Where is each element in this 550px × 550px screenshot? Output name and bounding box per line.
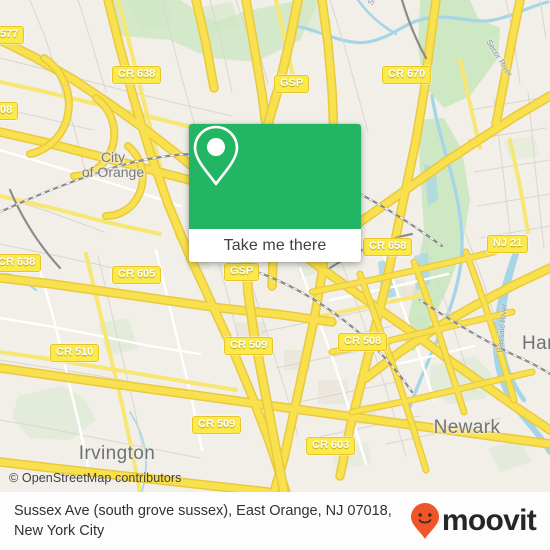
- shield-cr-638-north[interactable]: CR 638: [112, 66, 162, 84]
- shield-cr-510[interactable]: CR 510: [50, 344, 100, 362]
- shield-gsp-south[interactable]: GSP: [224, 263, 260, 281]
- take-me-there-card[interactable]: Take me there: [189, 124, 361, 262]
- moovit-smiley-pin-icon: [410, 503, 439, 539]
- map-canvas[interactable]: .pk{fill:#cfe8c4} .pk2{fill:#dfead6} .wa…: [0, 0, 550, 492]
- shield-cr-658[interactable]: CR 658: [363, 238, 413, 256]
- shield-cr-509-north[interactable]: CR 509: [224, 337, 274, 355]
- moovit-wordmark: moovit: [441, 504, 537, 537]
- osm-attribution[interactable]: © OpenStreetMap contributors: [9, 471, 182, 485]
- card-icon-area: [189, 124, 361, 229]
- take-me-there-label: Take me there: [223, 236, 327, 254]
- moovit-logo[interactable]: moovit: [410, 502, 537, 540]
- shield-08[interactable]: 08: [0, 102, 19, 120]
- shield-cr-605[interactable]: CR 605: [112, 266, 162, 284]
- shield-cr-603[interactable]: CR 603: [306, 437, 356, 455]
- shield-cr-508[interactable]: CR 508: [338, 333, 388, 351]
- shield-cr-577[interactable]: 577: [0, 26, 25, 44]
- location-description: Sussex Ave (south grove sussex), East Or…: [14, 503, 392, 539]
- footer-bar: Sussex Ave (south grove sussex), East Or…: [0, 492, 550, 550]
- shield-cr-670[interactable]: CR 670: [382, 66, 432, 84]
- card-cta-area[interactable]: Take me there: [189, 229, 361, 262]
- shield-cr-638-south[interactable]: CR 638: [0, 254, 42, 272]
- moovit-map-page: .pk{fill:#cfe8c4} .pk2{fill:#dfead6} .wa…: [0, 0, 550, 550]
- map-pin-icon: [193, 125, 239, 186]
- shield-nj-21[interactable]: NJ 21: [487, 235, 529, 253]
- shield-gsp-north[interactable]: GSP: [274, 75, 310, 93]
- shield-cr-509-south[interactable]: CR 509: [192, 416, 242, 434]
